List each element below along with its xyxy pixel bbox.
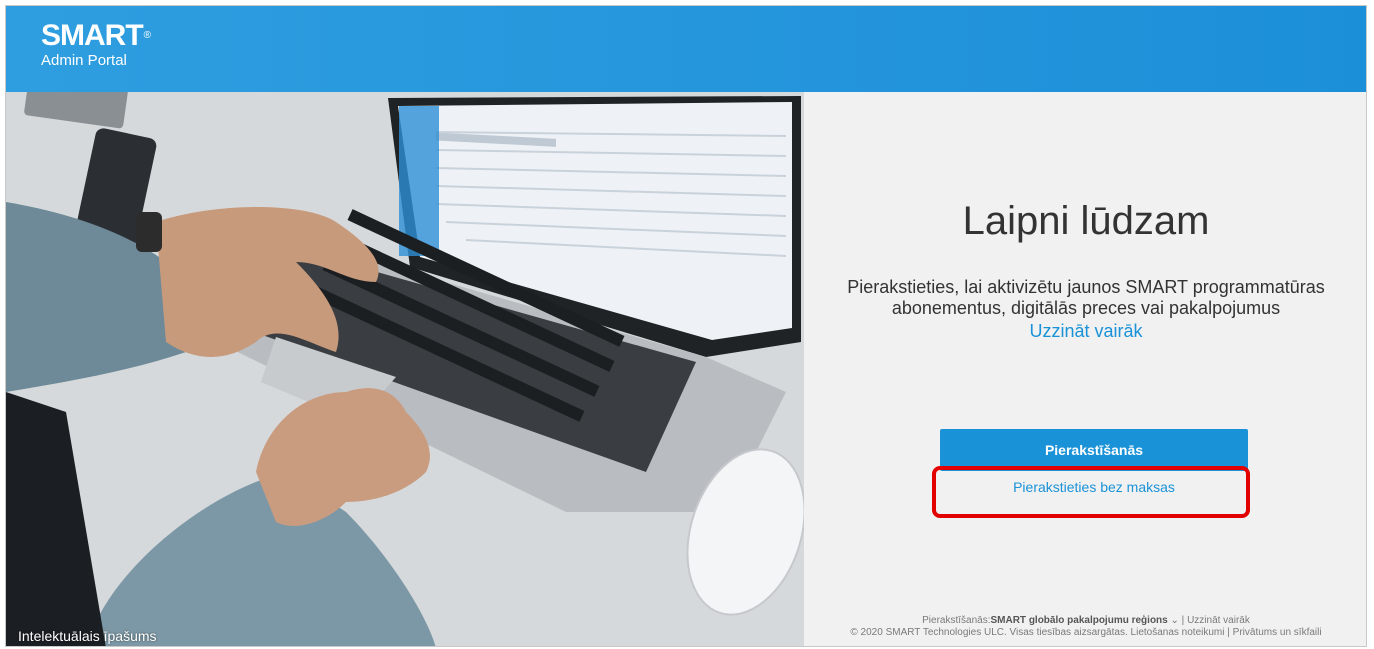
welcome-description: Pierakstieties, lai aktivizētu jaunos SM… xyxy=(847,277,1325,318)
signin-panel: Laipni lūdzam Pierakstieties, lai aktivi… xyxy=(804,92,1366,646)
hero-image: Intelektuālais īpašums xyxy=(6,92,804,646)
admin-portal-subtitle: Admin Portal xyxy=(41,52,127,69)
footer-region-line: Pierakstīšanās:SMART globālo pakalpojumu… xyxy=(804,615,1366,627)
privacy-link[interactable]: Privātums un sīkfaili xyxy=(1233,627,1322,638)
region-selector[interactable]: SMART globālo pakalpojumu reģions xyxy=(990,615,1167,626)
chevron-down-icon[interactable]: ⌄ xyxy=(1171,615,1179,626)
top-header: SMART® Admin Portal xyxy=(6,6,1366,92)
smart-logo-mark: SMART® xyxy=(41,19,151,52)
page-frame: SMART® Admin Portal Intelektuālais īpašu… xyxy=(5,5,1367,647)
highlight-box xyxy=(932,466,1250,518)
footer-separator: | xyxy=(1181,615,1185,626)
terms-link[interactable]: Lietošanas noteikumi xyxy=(1131,627,1225,638)
learn-more-link[interactable]: Uzzināt vairāk xyxy=(804,321,1366,342)
copyright-text: © 2020 SMART Technologies ULC. Visas tie… xyxy=(850,627,1128,638)
signin-button[interactable]: Pierakstīšanās xyxy=(940,429,1248,471)
footer-learn-more-link[interactable]: Uzzināt vairāk xyxy=(1187,615,1250,626)
hero-caption: Intelektuālais īpašums xyxy=(18,628,157,644)
laptop-illustration xyxy=(6,92,804,646)
footer-separator: | xyxy=(1227,627,1230,638)
smart-logo[interactable]: SMART® Admin Portal xyxy=(41,19,151,70)
region-prefix: Pierakstīšanās: xyxy=(922,615,991,626)
footer-legal-line: © 2020 SMART Technologies ULC. Visas tie… xyxy=(804,627,1366,639)
welcome-title: Laipni lūdzam xyxy=(962,199,1210,243)
footer: Pierakstīšanās:SMART globālo pakalpojumu… xyxy=(804,615,1366,639)
